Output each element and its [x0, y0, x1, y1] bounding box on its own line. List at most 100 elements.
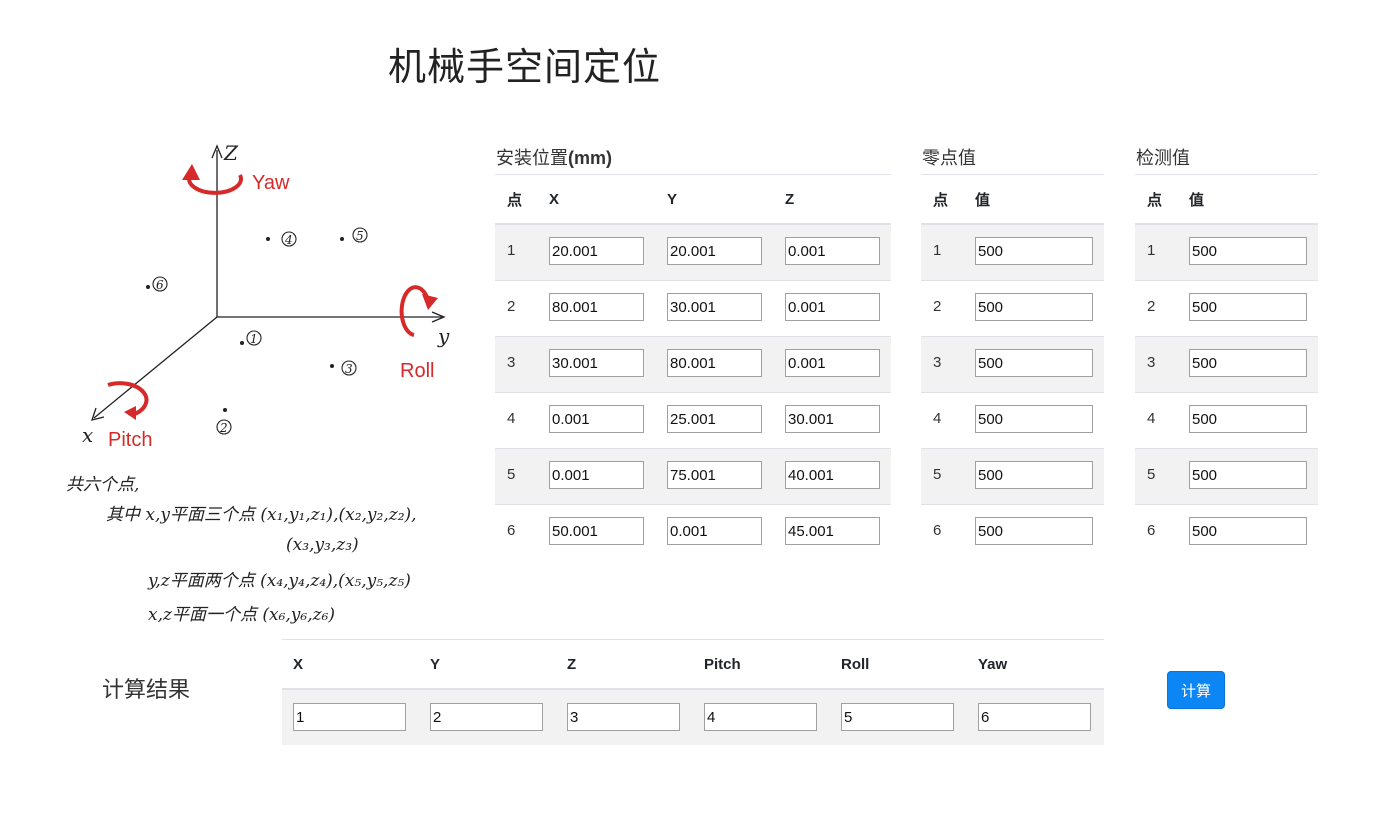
detect-value-input[interactable]: [1189, 405, 1307, 433]
roll-arrowhead: [422, 294, 438, 310]
table-row: 4: [921, 392, 1104, 449]
position-table: 点 X Y Z 1 2 3 4: [495, 174, 891, 560]
detect-value-input[interactable]: [1189, 237, 1307, 265]
detect-value-table: 点 值 1 2 3 4 5 6: [1135, 174, 1318, 560]
header-value: 值: [1177, 174, 1318, 225]
header-point: 点: [1135, 174, 1177, 225]
header-point: 点: [921, 174, 963, 225]
point-index: 3: [933, 354, 942, 371]
table-row: 4: [1135, 392, 1318, 449]
zero-value-input[interactable]: [975, 405, 1093, 433]
svg-text:3: 3: [345, 362, 353, 376]
zero-value-input[interactable]: [975, 461, 1093, 489]
yaw-arrowhead: [182, 164, 200, 180]
result-y-input[interactable]: [430, 703, 543, 731]
point-6-marker: 6: [146, 276, 168, 292]
header-value: 值: [963, 174, 1104, 225]
result-z-input[interactable]: [567, 703, 680, 731]
table-row: 5: [495, 448, 891, 505]
result-pitch-input[interactable]: [704, 703, 817, 731]
coordinate-diagram: Z y x Yaw Roll Pitch 1 2 3 4 5 6 共六个点, 其…: [60, 130, 480, 640]
header-z: Z: [773, 174, 891, 225]
result-yaw-input[interactable]: [978, 703, 1091, 731]
point-2-marker: 2: [216, 408, 232, 435]
note-line-3: (x₃,y₃,z₃): [286, 535, 359, 555]
zero-section-title: 零点值: [922, 148, 976, 169]
detect-value-input[interactable]: [1189, 349, 1307, 377]
position-x-input[interactable]: [549, 405, 644, 433]
header-y: Y: [419, 639, 556, 690]
zero-table-header-row: 点 值: [921, 174, 1104, 225]
table-row: 3: [1135, 336, 1318, 393]
calculate-button[interactable]: 计算: [1167, 671, 1225, 709]
table-row: 2: [921, 280, 1104, 337]
page-title: 机械手空间定位: [388, 45, 662, 89]
point-index: 2: [933, 298, 942, 315]
note-line-1: 共六个点,: [66, 475, 139, 495]
svg-text:4: 4: [284, 233, 293, 247]
point-index: 6: [933, 522, 942, 539]
position-y-input[interactable]: [667, 293, 762, 321]
point-index: 5: [933, 466, 942, 483]
detect-value-input[interactable]: [1189, 517, 1307, 545]
position-y-input[interactable]: [667, 405, 762, 433]
table-row: 1: [1135, 223, 1318, 281]
position-z-input[interactable]: [785, 349, 880, 377]
x-axis-label: x: [82, 423, 93, 447]
position-unit-text: (mm): [568, 148, 612, 168]
position-z-input[interactable]: [785, 405, 880, 433]
zero-value-input[interactable]: [975, 237, 1093, 265]
point-index: 2: [507, 298, 516, 315]
point-5-marker: 5: [340, 227, 368, 243]
header-pitch: Pitch: [693, 639, 830, 690]
roll-label: Roll: [400, 360, 434, 382]
zero-value-input[interactable]: [975, 349, 1093, 377]
pitch-arrowhead: [124, 406, 136, 420]
zero-value-input[interactable]: [975, 293, 1093, 321]
position-x-input[interactable]: [549, 517, 644, 545]
position-z-input[interactable]: [785, 517, 880, 545]
header-point: 点: [495, 174, 537, 225]
position-x-input[interactable]: [549, 293, 644, 321]
pitch-rotation-arrow: [107, 381, 149, 417]
position-y-input[interactable]: [667, 349, 762, 377]
table-row: 1: [921, 223, 1104, 281]
point-index: 4: [933, 410, 942, 427]
position-x-input[interactable]: [549, 349, 644, 377]
point-index: 6: [1147, 522, 1156, 539]
position-x-input[interactable]: [549, 461, 644, 489]
table-row: 4: [495, 392, 891, 449]
point-index: 4: [1147, 410, 1156, 427]
position-z-input[interactable]: [785, 293, 880, 321]
svg-text:5: 5: [356, 229, 364, 243]
note-line-5: x,z平面一个点 (x₆,y₆,z₆): [148, 605, 335, 625]
position-z-input[interactable]: [785, 461, 880, 489]
point-index: 1: [507, 242, 516, 259]
detect-value-input[interactable]: [1189, 461, 1307, 489]
x-axis-line: [93, 316, 218, 419]
result-roll-input[interactable]: [841, 703, 954, 731]
svg-text:6: 6: [156, 278, 164, 292]
point-index: 6: [507, 522, 516, 539]
position-z-input[interactable]: [785, 237, 880, 265]
position-y-input[interactable]: [667, 237, 762, 265]
point-index: 3: [507, 354, 516, 371]
table-row: 6: [495, 504, 891, 560]
result-table-header-row: X Y Z Pitch Roll Yaw: [282, 639, 1104, 690]
detect-value-input[interactable]: [1189, 293, 1307, 321]
table-row: 6: [921, 504, 1104, 560]
position-y-input[interactable]: [667, 461, 762, 489]
result-x-input[interactable]: [293, 703, 406, 731]
svg-text:2: 2: [219, 421, 228, 435]
point-4-marker: 4: [266, 231, 297, 247]
table-row: 3: [495, 336, 891, 393]
position-y-input[interactable]: [667, 517, 762, 545]
roll-rotation-arrow: [399, 285, 430, 337]
zero-value-input[interactable]: [975, 517, 1093, 545]
point-1-marker: 1: [240, 330, 262, 346]
position-x-input[interactable]: [549, 237, 644, 265]
result-table: X Y Z Pitch Roll Yaw: [282, 639, 1104, 745]
pitch-label: Pitch: [108, 429, 152, 451]
header-roll: Roll: [830, 639, 967, 690]
header-z: Z: [556, 639, 693, 690]
